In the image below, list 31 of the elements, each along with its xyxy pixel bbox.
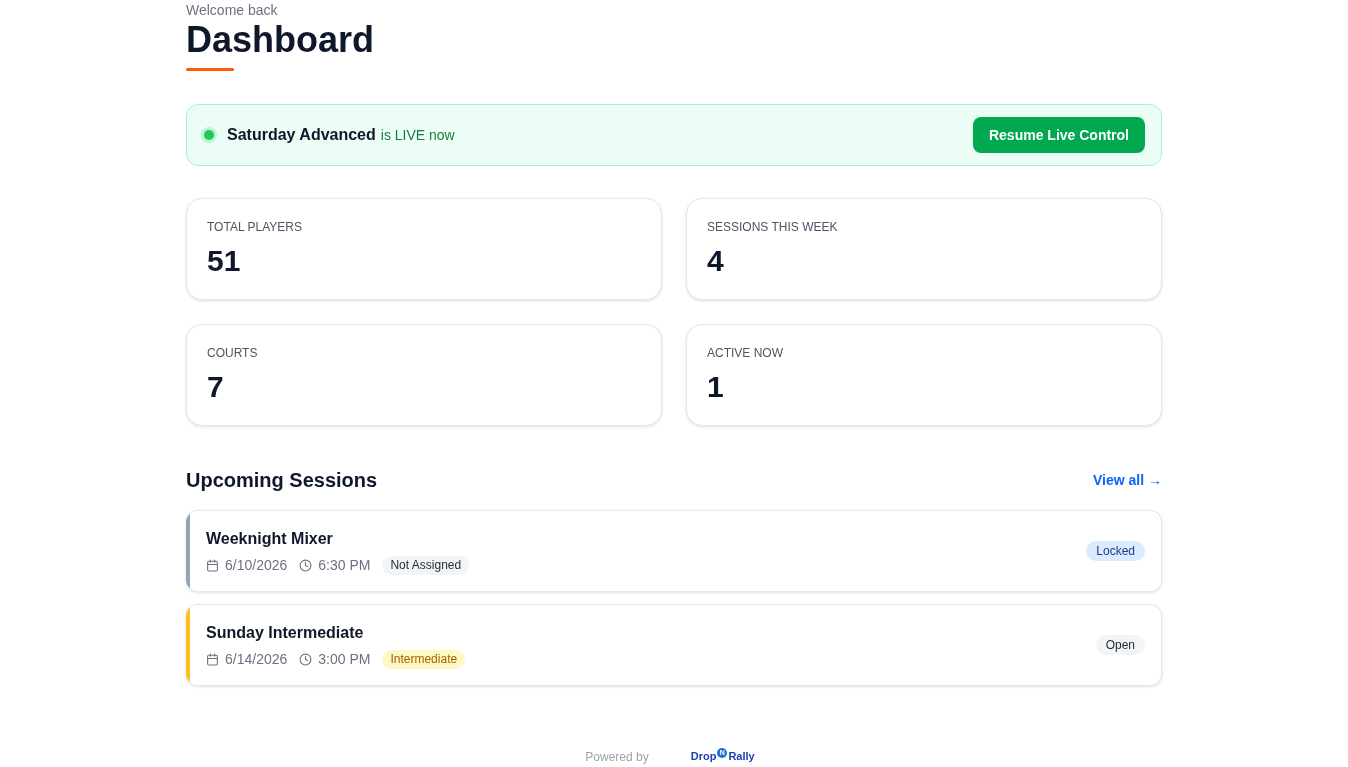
status-pill: Locked — [1086, 541, 1145, 561]
live-status-text: is LIVE now — [380, 125, 455, 145]
stat-value: 51 — [207, 243, 241, 279]
clock-icon — [299, 559, 313, 572]
level-tag: Intermediate — [382, 650, 466, 669]
powered-by-text: Powered by — [585, 749, 649, 765]
session-name: Weeknight Mixer — [206, 528, 333, 549]
status-pill: Open — [1095, 635, 1145, 655]
clock-icon — [299, 653, 313, 666]
session-card[interactable]: Weeknight Mixer 6/10/2026 6:30 PM Not Assigned Locked — [186, 510, 1162, 592]
level-tag: Not Assigned — [382, 556, 470, 575]
stat-label: ACTIVE NOW — [707, 345, 783, 361]
session-name: Sunday Intermediate — [206, 622, 364, 643]
stat-value: 4 — [707, 243, 724, 279]
session-time: 3:00 PM — [318, 650, 371, 669]
section-title: Upcoming Sessions — [186, 468, 378, 493]
live-session-name: Saturday Advanced — [227, 125, 376, 145]
stat-value: 7 — [207, 369, 224, 405]
stat-label: TOTAL PLAYERS — [207, 219, 302, 235]
calendar-icon — [206, 653, 219, 666]
stat-value: 1 — [707, 369, 724, 405]
page-title: Dashboard — [186, 20, 375, 60]
view-all-link[interactable]: View all → — [1093, 469, 1162, 491]
stat-label: SESSIONS THIS WEEK — [707, 219, 838, 235]
calendar-icon — [206, 559, 219, 572]
session-card[interactable]: Sunday Intermediate 6/14/2026 3:00 PM Intermediate Open — [186, 604, 1162, 686]
session-date: 6/10/2026 — [225, 556, 288, 575]
greeting-text: Welcome back — [186, 1, 278, 20]
session-date: 6/14/2026 — [225, 650, 288, 669]
session-time: 6:30 PM — [318, 556, 371, 575]
stat-label: COURTS — [207, 345, 258, 361]
